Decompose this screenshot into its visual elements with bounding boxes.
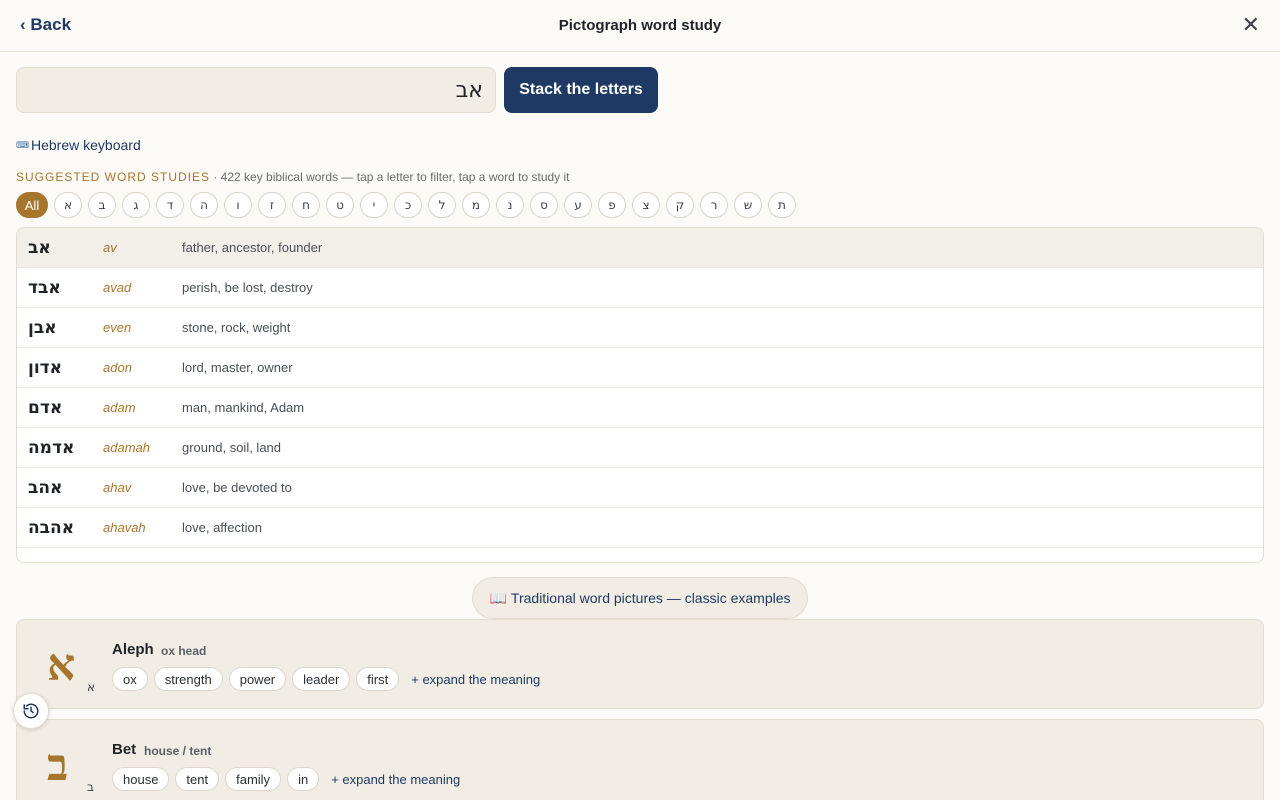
meaning-tag[interactable]: ox: [112, 667, 148, 691]
letter-card-bet: ב ב Bet house / tent house tent family i…: [16, 719, 1264, 800]
book-icon: 📖: [489, 589, 507, 606]
top-bar: ‹ Back Pictograph word study ✕: [0, 0, 1280, 52]
word-transliteration: ahavah: [103, 520, 146, 535]
meaning-tag[interactable]: family: [225, 767, 282, 791]
filter-chip[interactable]: ח: [292, 192, 320, 218]
filter-chip[interactable]: ס: [530, 192, 558, 218]
word-row[interactable]: אב av father, ancestor, founder: [17, 228, 1263, 268]
word-row[interactable]: אדון adon lord, master, owner: [17, 348, 1263, 388]
word-hebrew: אהבה: [28, 517, 75, 538]
letter-pictograph: א: [47, 640, 76, 691]
filter-chip[interactable]: י: [360, 192, 388, 218]
hebrew-keyboard-label: Hebrew keyboard: [31, 137, 141, 153]
meaning-tag[interactable]: leader: [292, 667, 351, 691]
meaning-tag[interactable]: house: [112, 767, 170, 791]
letter-meaning: ox head: [161, 644, 207, 658]
word-transliteration: adam: [103, 400, 136, 415]
traditional-word-pictures-button[interactable]: 📖 Traditional word pictures — classic ex…: [472, 577, 808, 619]
letter-filter-bar: All א ב ג ד ה ו ז ח ט י כ ל מ נ ס ע פ צ …: [16, 192, 796, 218]
filter-chip[interactable]: ה: [190, 192, 218, 218]
meaning-tag[interactable]: first: [356, 667, 400, 691]
word-hebrew: אבן: [28, 317, 57, 338]
suggested-subtext: · 422 key biblical words — tap a letter …: [210, 170, 570, 184]
filter-chip[interactable]: מ: [462, 192, 490, 218]
word-hebrew: אהב: [28, 477, 63, 498]
back-button[interactable]: ‹ Back: [20, 15, 71, 35]
word-gloss: lord, master, owner: [182, 360, 293, 375]
filter-chip[interactable]: ג: [122, 192, 150, 218]
keyboard-icon: ⌨: [16, 139, 29, 150]
traditional-word-pictures-label: Traditional word pictures — classic exam…: [510, 590, 791, 606]
word-gloss: man, mankind, Adam: [182, 400, 305, 415]
word-row[interactable]: אהבה ahavah love, affection: [17, 508, 1263, 548]
filter-chip[interactable]: ד: [156, 192, 184, 218]
filter-chip-all[interactable]: All: [16, 192, 48, 218]
word-transliteration: av: [103, 240, 117, 255]
letter-glyph-small: א: [87, 680, 96, 694]
word-transliteration: adamah: [103, 440, 150, 455]
page-title: Pictograph word study: [558, 17, 722, 34]
filter-chip[interactable]: ת: [768, 192, 796, 218]
meaning-tag[interactable]: tent: [175, 767, 220, 791]
hebrew-keyboard-link[interactable]: ⌨ Hebrew keyboard: [16, 137, 141, 153]
meaning-tag[interactable]: strength: [153, 667, 223, 691]
letter-card-aleph: א א Aleph ox head ox strength power lead…: [16, 619, 1264, 709]
word-gloss: love, affection: [182, 520, 262, 535]
meaning-tag[interactable]: power: [228, 667, 287, 691]
filter-chip[interactable]: צ: [632, 192, 660, 218]
word-hebrew: אדם: [28, 397, 63, 418]
meaning-tag[interactable]: in: [287, 767, 320, 791]
word-gloss: stone, rock, weight: [182, 320, 291, 335]
filter-chip[interactable]: ר: [700, 192, 728, 218]
letter-meaning: house / tent: [144, 744, 212, 758]
filter-chip[interactable]: ש: [734, 192, 762, 218]
history-icon: [23, 703, 39, 719]
word-gloss: ground, soil, land: [182, 440, 282, 455]
word-row[interactable]: אהב ahav love, be devoted to: [17, 468, 1263, 508]
filter-chip[interactable]: נ: [496, 192, 524, 218]
word-transliteration: ahav: [103, 480, 132, 495]
word-list[interactable]: אב av father, ancestor, founder אבד avad…: [16, 227, 1264, 563]
filter-chip[interactable]: ט: [326, 192, 354, 218]
letter-glyph-small: ב: [87, 780, 94, 794]
suggested-word-studies-label: SUGGESTED WORD STUDIES · 422 key biblica…: [16, 170, 570, 184]
filter-chip[interactable]: ז: [258, 192, 286, 218]
filter-chip[interactable]: כ: [394, 192, 422, 218]
meaning-tags: ox strength power leader first + expand …: [112, 667, 540, 691]
letter-name: Aleph: [112, 641, 154, 658]
word-row[interactable]: אבן even stone, rock, weight: [17, 308, 1263, 348]
expand-meaning-link[interactable]: + expand the meaning: [331, 772, 460, 787]
filter-chip[interactable]: פ: [598, 192, 626, 218]
letter-name: Bet: [112, 741, 137, 758]
filter-chip[interactable]: ו: [224, 192, 252, 218]
word-gloss: love, be devoted to: [182, 480, 292, 495]
word-hebrew: אדמה: [28, 437, 75, 458]
word-row[interactable]: אבד avad perish, be lost, destroy: [17, 268, 1263, 308]
letter-pictograph: ב: [47, 740, 69, 791]
history-button[interactable]: [13, 693, 49, 729]
search-row: Stack the letters: [16, 67, 658, 113]
word-row[interactable]: אדמה adamah ground, soil, land: [17, 428, 1263, 468]
filter-chip[interactable]: ק: [666, 192, 694, 218]
filter-chip[interactable]: ע: [564, 192, 592, 218]
word-transliteration: avad: [103, 280, 132, 295]
hebrew-word-input[interactable]: [16, 67, 496, 113]
word-hebrew: אב: [28, 237, 51, 258]
filter-chip[interactable]: א: [54, 192, 82, 218]
filter-chip[interactable]: ל: [428, 192, 456, 218]
expand-meaning-link[interactable]: + expand the meaning: [411, 672, 540, 687]
word-hebrew: אדון: [28, 357, 63, 378]
word-hebrew: אבד: [28, 277, 61, 298]
word-transliteration: adon: [103, 360, 132, 375]
close-icon[interactable]: ✕: [1242, 13, 1260, 37]
word-gloss: perish, be lost, destroy: [182, 280, 313, 295]
filter-chip[interactable]: ב: [88, 192, 116, 218]
suggested-heading: SUGGESTED WORD STUDIES: [16, 170, 211, 184]
stack-letters-button[interactable]: Stack the letters: [504, 67, 658, 113]
word-row[interactable]: אדם adam man, mankind, Adam: [17, 388, 1263, 428]
word-transliteration: even: [103, 320, 132, 335]
meaning-tags: house tent family in + expand the meanin…: [112, 767, 460, 791]
word-gloss: father, ancestor, founder: [182, 240, 323, 255]
